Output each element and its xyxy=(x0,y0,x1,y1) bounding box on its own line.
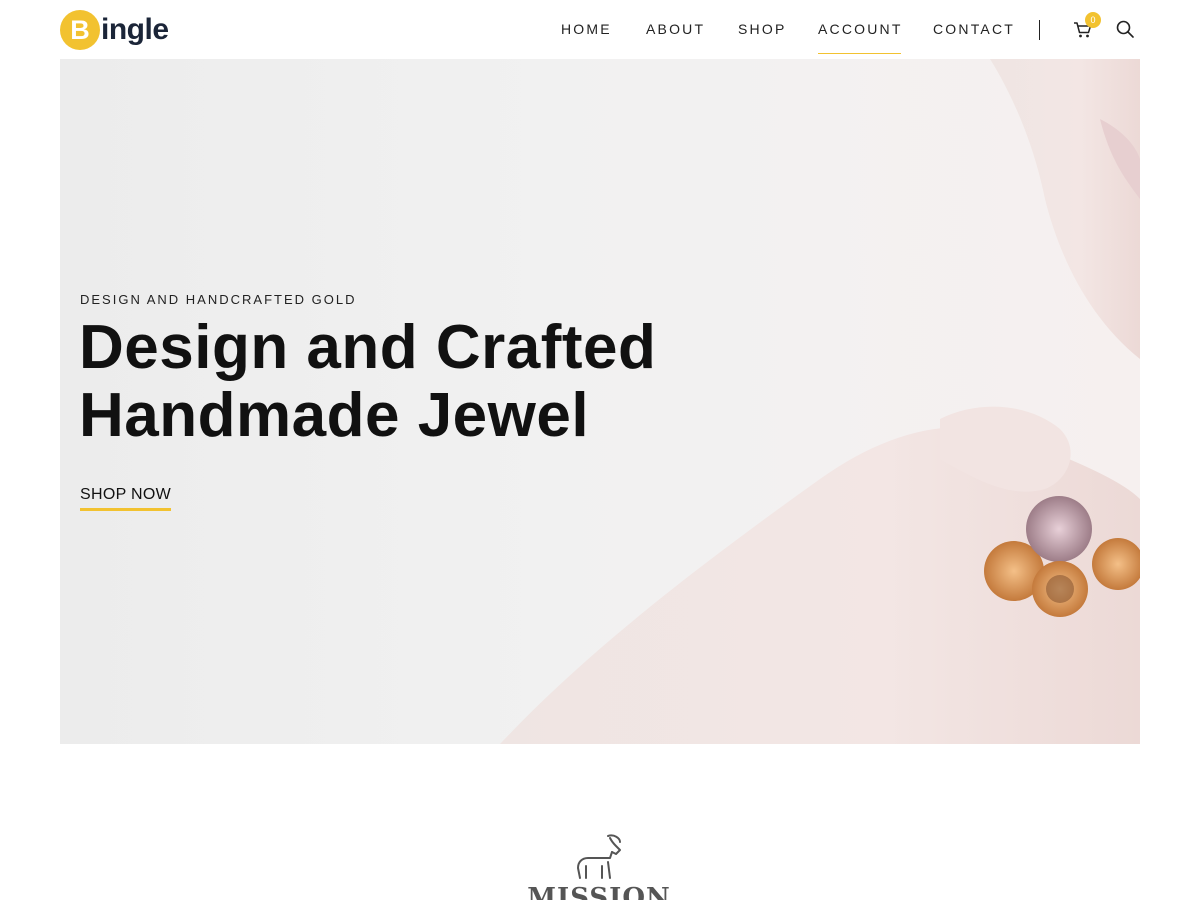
nav-contact[interactable]: CONTACT xyxy=(933,20,1015,40)
logo-mark: B xyxy=(60,10,100,50)
goat-emblem-icon: MISSION xyxy=(528,834,670,900)
nav-shop[interactable]: SHOP xyxy=(738,20,786,40)
mission-emblem: MISSION xyxy=(528,832,670,900)
shop-now-button[interactable]: SHOP NOW xyxy=(80,486,172,511)
hero-headline-line2: Handmade Jewel xyxy=(79,381,590,450)
nav-home[interactable]: HOME xyxy=(561,20,612,40)
hero-headline-line1: Design and Crafted xyxy=(79,313,657,382)
site-header: B ingle HOME ABOUT SHOP ACCOUNT CONTACT … xyxy=(0,0,1200,59)
mission-emblem-text: MISSION xyxy=(528,883,670,900)
nav-divider xyxy=(1039,20,1040,40)
search-icon[interactable] xyxy=(1115,19,1135,39)
hero-headline: Design and Crafted Handmade Jewel xyxy=(79,314,699,450)
nav-account[interactable]: ACCOUNT xyxy=(818,20,903,54)
logo-text: ingle xyxy=(101,13,169,46)
nav-about[interactable]: ABOUT xyxy=(646,20,705,40)
hero-eyebrow: DESIGN AND HANDCRAFTED GOLD xyxy=(80,292,357,307)
hero-banner: DESIGN AND HANDCRAFTED GOLD Design and C… xyxy=(60,59,1140,744)
logo[interactable]: B ingle xyxy=(60,10,169,50)
cart-count-badge: 0 xyxy=(1085,12,1101,28)
